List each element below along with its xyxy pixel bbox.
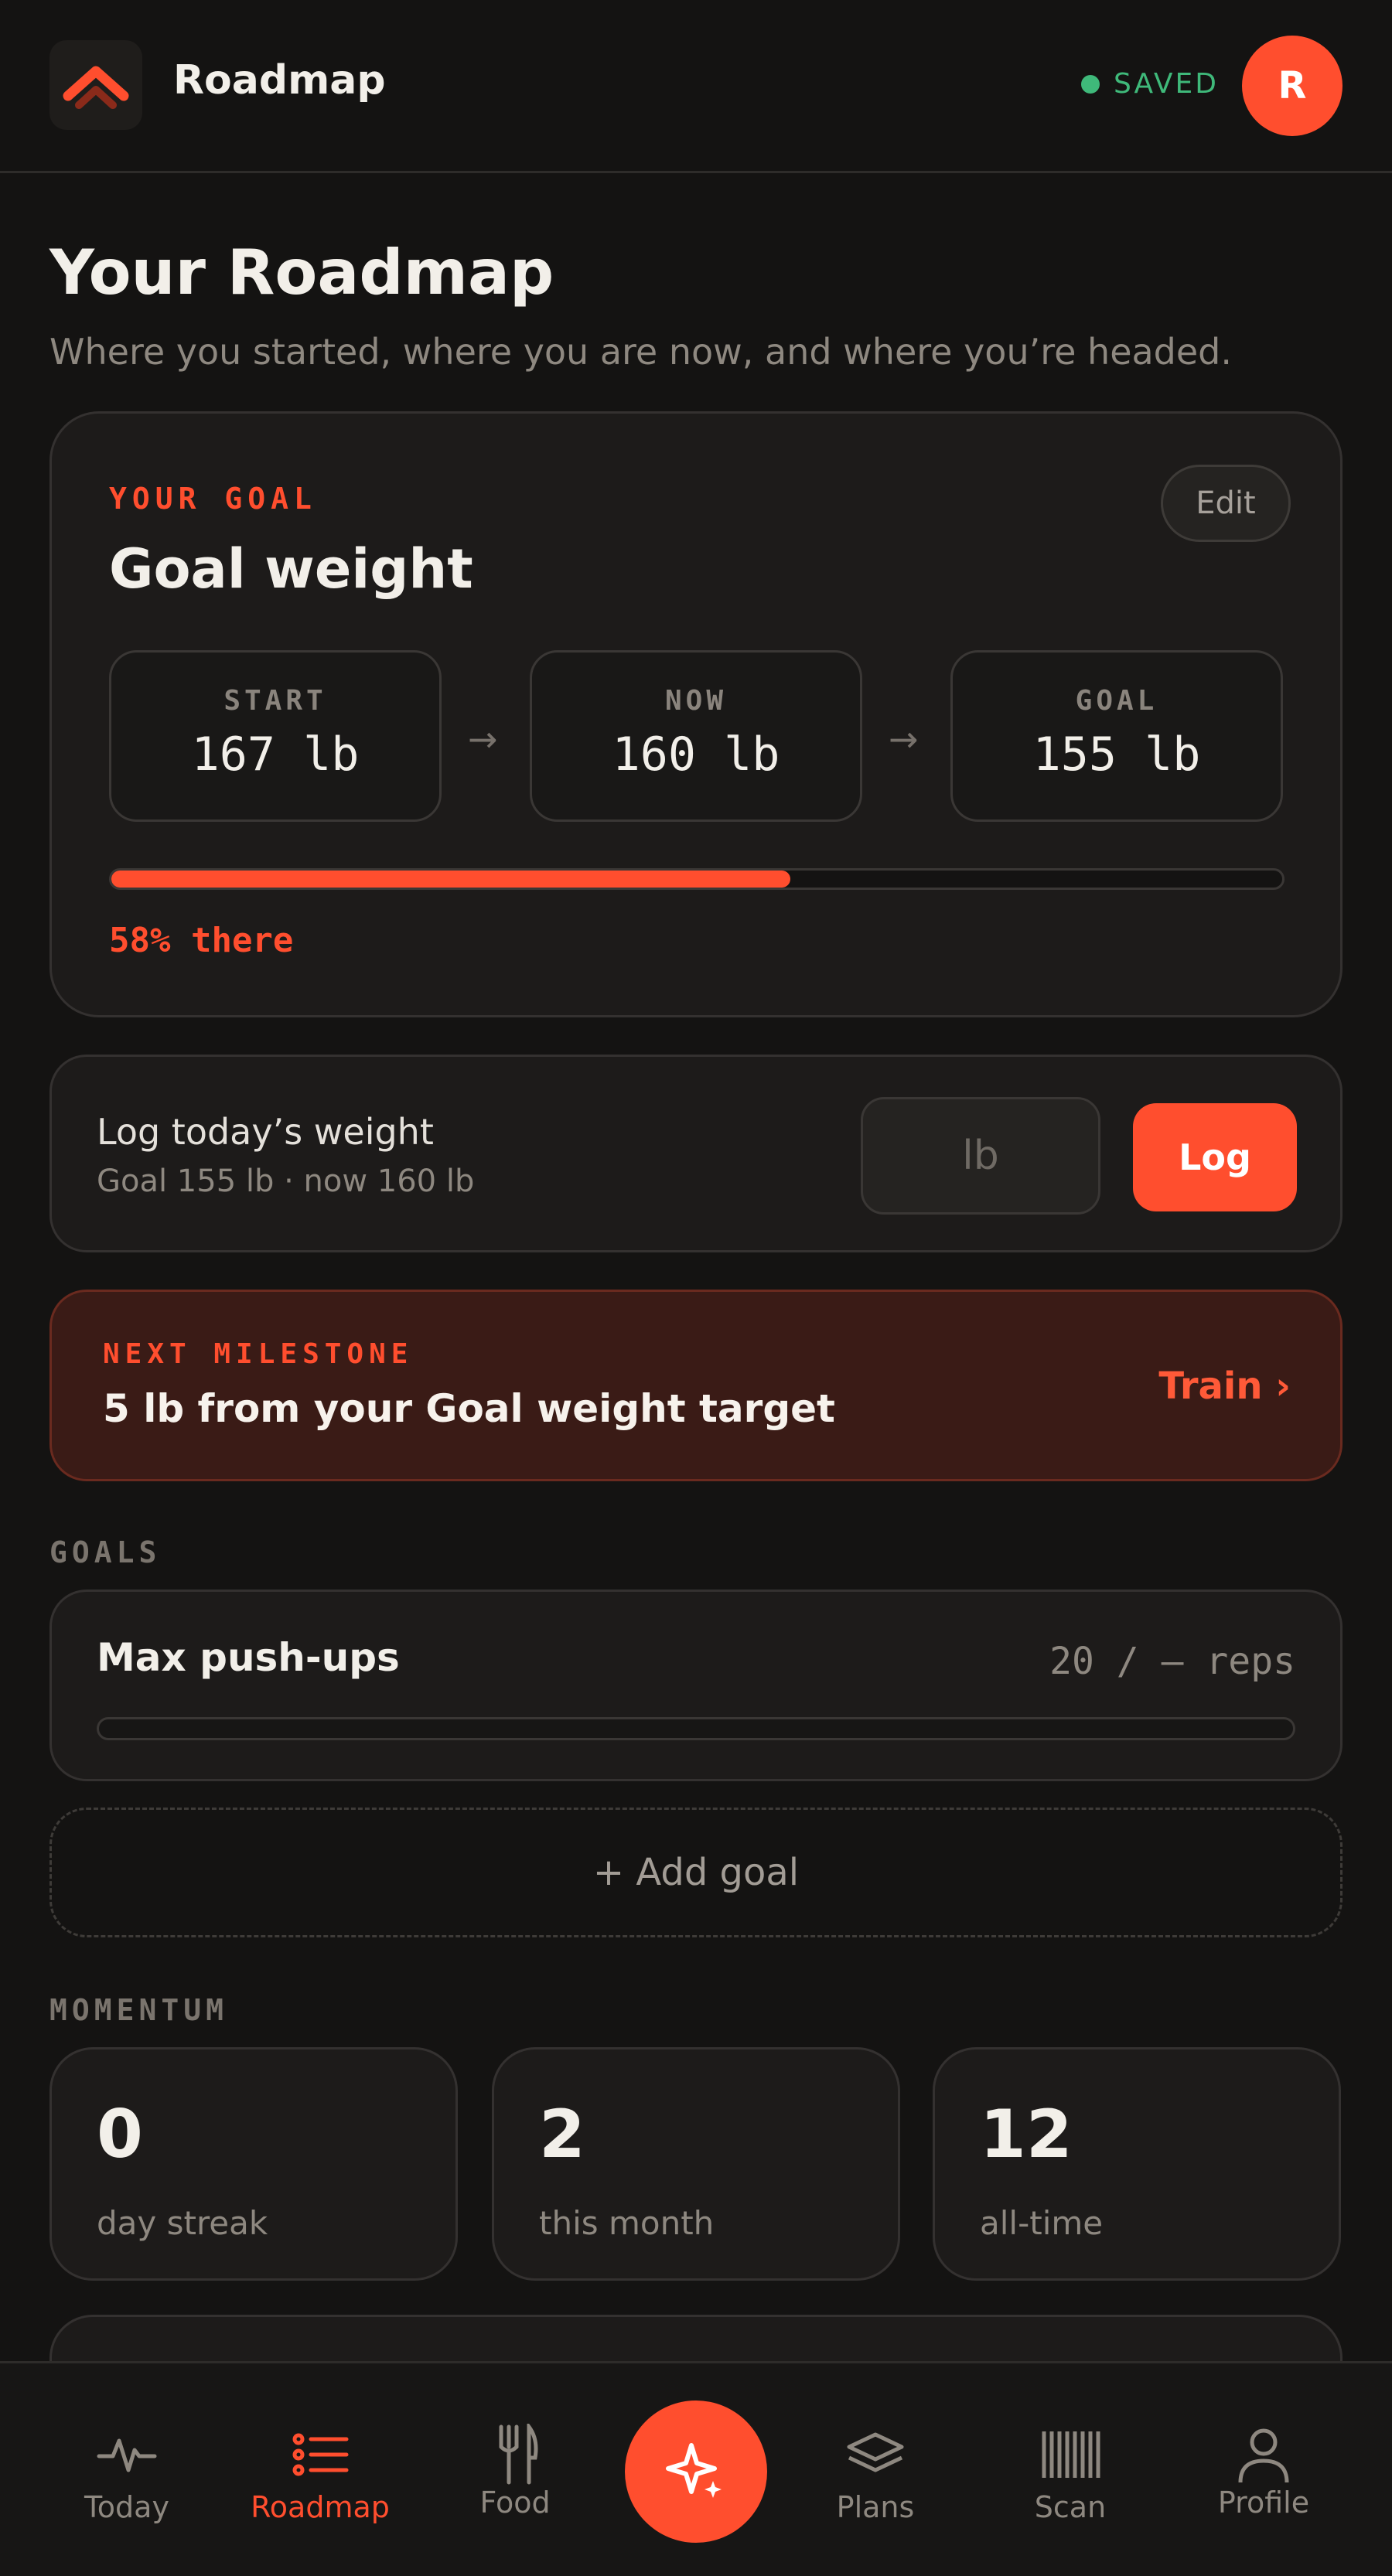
nav-item-plans[interactable]: Plans bbox=[798, 2430, 953, 2524]
fork-knife-icon bbox=[499, 2424, 538, 2485]
momentum-card-month: 2 this month bbox=[492, 2047, 900, 2281]
goal-row-progress-bar bbox=[97, 1717, 1295, 1740]
barcode-icon bbox=[1042, 2431, 1100, 2478]
next-milestone-card[interactable]: NEXT MILESTONE 5 lb from your Goal weigh… bbox=[49, 1290, 1343, 1481]
add-goal-button[interactable]: + Add goal bbox=[49, 1808, 1343, 1937]
train-link[interactable]: Train › bbox=[1158, 1365, 1291, 1408]
nav-item-scan[interactable]: Scan bbox=[993, 2430, 1148, 2524]
momentum-label: day streak bbox=[97, 2204, 268, 2242]
app-title: Roadmap bbox=[173, 57, 386, 104]
goal-progress-fill bbox=[111, 871, 790, 888]
goal-progress-text: 58% there bbox=[109, 921, 294, 960]
goal-weight-box: GOAL 155 lb bbox=[950, 650, 1283, 822]
avatar[interactable]: R bbox=[1242, 36, 1343, 136]
bottom-nav: Today Roadmap Food Plans Scan Profile bbox=[0, 2361, 1392, 2576]
user-icon bbox=[1238, 2428, 1289, 2483]
nav-label: Scan bbox=[1034, 2490, 1107, 2524]
saved-indicator: SAVED bbox=[1081, 68, 1219, 100]
nav-item-food[interactable]: Food bbox=[438, 2424, 592, 2520]
momentum-section-label: MOMENTUM bbox=[49, 1993, 229, 2027]
nav-item-today[interactable]: Today bbox=[49, 2430, 204, 2524]
saved-status-text: SAVED bbox=[1114, 68, 1219, 100]
momentum-label: this month bbox=[539, 2204, 715, 2242]
now-value: 160 lb bbox=[612, 727, 780, 782]
start-label: START bbox=[223, 685, 327, 717]
now-label: NOW bbox=[664, 685, 728, 717]
momentum-label: all-time bbox=[980, 2204, 1104, 2242]
momentum-card-streak: 0 day streak bbox=[49, 2047, 458, 2281]
nav-label: Roadmap bbox=[251, 2490, 390, 2524]
goal-row-value: 20 / — reps bbox=[1049, 1640, 1295, 1683]
layers-icon bbox=[847, 2432, 904, 2472]
goal-value: 155 lb bbox=[1032, 727, 1201, 782]
ai-coach-button[interactable] bbox=[625, 2401, 767, 2543]
milestone-eyebrow: NEXT MILESTONE bbox=[103, 1338, 414, 1370]
momentum-value: 0 bbox=[97, 2096, 143, 2173]
momentum-card-alltime: 12 all-time bbox=[933, 2047, 1341, 2281]
log-weight-title: Log today’s weight bbox=[97, 1111, 434, 1153]
momentum-value: 12 bbox=[980, 2096, 1073, 2173]
goal-row[interactable]: Max push-ups 20 / — reps bbox=[49, 1590, 1343, 1781]
chevron-up-logo-icon bbox=[63, 66, 129, 109]
pulse-icon bbox=[97, 2438, 157, 2472]
arrow-right-icon: → bbox=[889, 718, 919, 760]
app-logo[interactable] bbox=[49, 40, 142, 130]
start-weight-box: START 167 lb bbox=[109, 650, 442, 822]
edit-goal-button[interactable]: Edit bbox=[1161, 465, 1291, 542]
log-weight-subtitle: Goal 155 lb · now 160 lb bbox=[97, 1164, 475, 1199]
nav-label: Food bbox=[479, 2486, 551, 2520]
log-weight-card: Log today’s weight Goal 155 lb · now 160… bbox=[49, 1055, 1343, 1252]
goals-section-label: GOALS bbox=[49, 1535, 162, 1569]
goal-progress-bar bbox=[109, 868, 1285, 890]
goal-row-title: Max push-ups bbox=[97, 1635, 400, 1680]
page-subtitle: Where you started, where you are now, an… bbox=[49, 331, 1233, 373]
nav-label: Today bbox=[84, 2490, 169, 2524]
log-weight-button[interactable]: Log bbox=[1133, 1103, 1297, 1211]
page-title: Your Roadmap bbox=[49, 237, 554, 308]
goal-title: Goal weight bbox=[109, 537, 473, 601]
goal-weight-card: YOUR GOAL Goal weight Edit START 167 lb … bbox=[49, 411, 1343, 1017]
nav-item-roadmap[interactable]: Roadmap bbox=[243, 2430, 397, 2524]
nav-label: Plans bbox=[836, 2490, 915, 2524]
milestone-title: 5 lb from your Goal weight target bbox=[103, 1386, 835, 1431]
start-value: 167 lb bbox=[191, 727, 360, 782]
sparkle-icon bbox=[666, 2443, 722, 2498]
goal-label: GOAL bbox=[1075, 685, 1158, 717]
now-weight-box: NOW 160 lb bbox=[530, 650, 862, 822]
status-dot-icon bbox=[1081, 74, 1100, 94]
goal-eyebrow: YOUR GOAL bbox=[109, 482, 317, 516]
nav-item-profile[interactable]: Profile bbox=[1186, 2428, 1341, 2520]
nav-label: Profile bbox=[1217, 2486, 1310, 2520]
app-header: Roadmap SAVED R bbox=[0, 0, 1392, 173]
weight-input[interactable] bbox=[861, 1097, 1100, 1215]
momentum-value: 2 bbox=[539, 2096, 585, 2173]
arrow-right-icon: → bbox=[468, 718, 498, 760]
list-icon bbox=[292, 2433, 349, 2476]
